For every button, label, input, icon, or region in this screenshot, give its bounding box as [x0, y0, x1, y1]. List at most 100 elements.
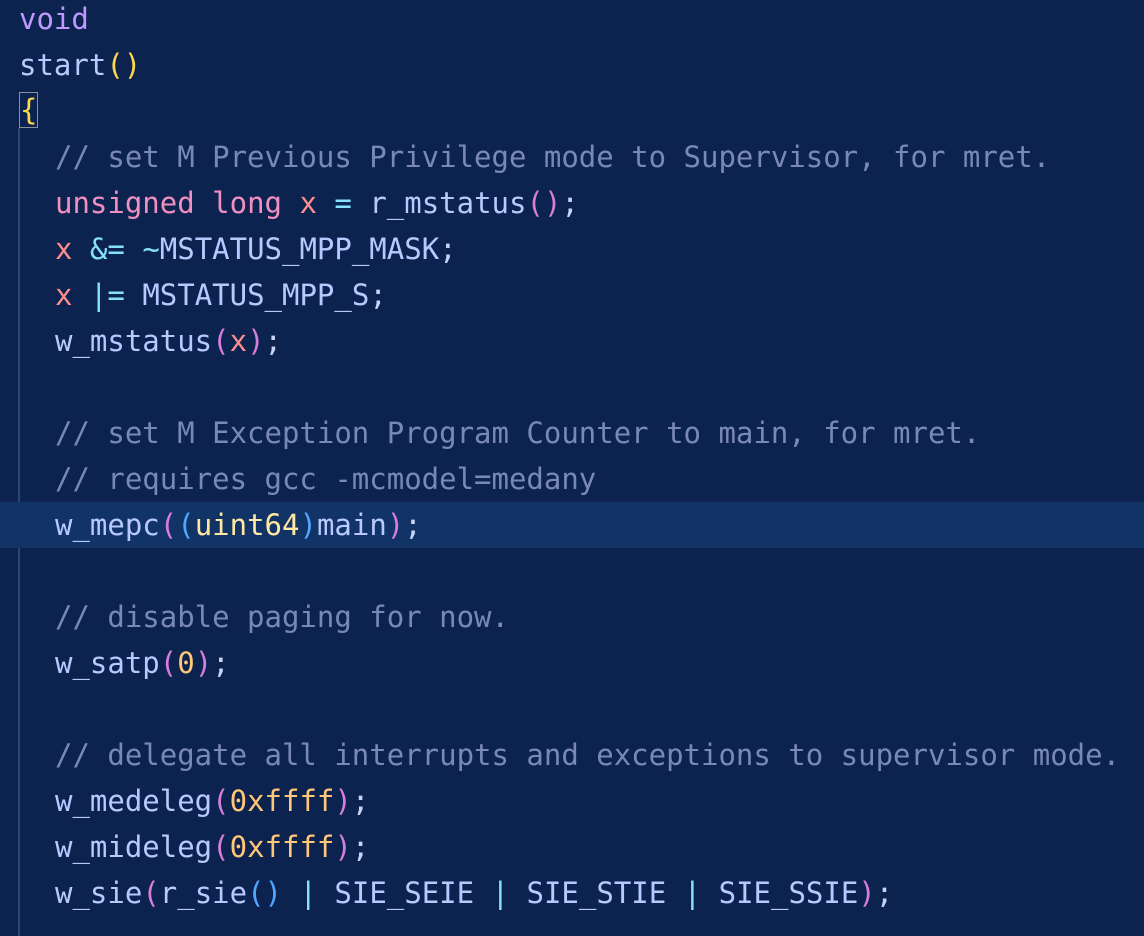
code-token: ~	[142, 232, 160, 266]
code-line[interactable]: w_sie(r_sie() | SIE_SEIE | SIE_STIE | SI…	[0, 870, 1144, 916]
code-line[interactable]	[0, 548, 1144, 594]
code-token: SIE_STIE	[526, 876, 667, 910]
code-token: ;	[369, 278, 387, 312]
code-token: SIE_SEIE	[334, 876, 475, 910]
code-line-text: w_satp(0);	[55, 640, 230, 686]
code-line[interactable]	[0, 364, 1144, 410]
code-token: ()	[526, 186, 562, 220]
code-token: ;	[875, 876, 894, 910]
code-line-text: // delegate all interrupts and exception…	[55, 732, 1120, 778]
code-token: )	[247, 324, 265, 358]
code-token: )	[386, 508, 405, 542]
code-token: w_mstatus	[55, 324, 213, 358]
code-token: 0xffff	[229, 830, 335, 864]
code-token: MSTATUS_MPP_MASK	[159, 232, 440, 266]
code-line-text: w_sie(r_sie() | SIE_SEIE | SIE_STIE | SI…	[55, 870, 893, 916]
code-line[interactable]: x &= ~MSTATUS_MPP_MASK;	[0, 226, 1144, 272]
code-line[interactable]: // requires gcc -mcmodel=medany	[0, 456, 1144, 502]
code-line[interactable]: unsigned long x = r_mstatus();	[0, 180, 1144, 226]
code-token: (	[212, 324, 230, 358]
code-token: &=	[89, 232, 125, 266]
code-token: (	[159, 646, 178, 680]
code-token: (	[159, 508, 178, 542]
code-token: =	[334, 186, 352, 220]
code-line[interactable]: w_mideleg(0xffff);	[0, 824, 1144, 870]
code-token: |	[683, 876, 702, 910]
code-line[interactable]: w_mstatus(x);	[0, 318, 1144, 364]
code-token: main	[316, 508, 387, 542]
code-token: w_mideleg	[55, 830, 213, 864]
code-token: x	[299, 186, 317, 220]
code-token: 0xffff	[229, 784, 335, 818]
code-token: // disable paging for now.	[55, 600, 509, 634]
code-token: start	[19, 48, 107, 82]
code-token: ()	[106, 48, 142, 82]
code-token: w_medeleg	[55, 784, 213, 818]
code-line[interactable]: x |= MSTATUS_MPP_S;	[0, 272, 1144, 318]
code-line[interactable]: w_satp(0);	[0, 640, 1144, 686]
code-line[interactable]: {	[0, 88, 1144, 134]
code-token: r_mstatus	[369, 186, 527, 220]
code-token: (	[142, 876, 160, 910]
code-token: x	[55, 232, 73, 266]
code-token: w_sie	[55, 876, 143, 910]
code-token: (	[212, 784, 230, 818]
code-token: )	[334, 830, 352, 864]
code-line-text: w_mstatus(x);	[55, 318, 282, 364]
code-token: ;	[351, 830, 370, 864]
code-editor[interactable]: void start(){// set M Previous Privilege …	[0, 0, 1144, 936]
code-line-text: // set M Exception Program Counter to ma…	[55, 410, 980, 456]
code-token: // set M Previous Privilege mode to Supe…	[55, 140, 1051, 174]
code-line-text: void	[19, 0, 89, 42]
code-token: SIE_SSIE	[718, 876, 859, 910]
code-line[interactable]	[0, 686, 1144, 732]
code-token: ;	[561, 186, 579, 220]
code-token: void	[19, 2, 89, 36]
current-code-line[interactable]: w_mepc((uint64)main);	[0, 502, 1144, 548]
code-line-text: x &= ~MSTATUS_MPP_MASK;	[55, 226, 457, 272]
code-token: w_mepc	[55, 508, 160, 542]
code-line-text: // requires gcc -mcmodel=medany	[55, 456, 596, 502]
code-token: )	[194, 646, 213, 680]
code-token: ;	[351, 784, 370, 818]
code-line[interactable]: // delegate all interrupts and exception…	[0, 732, 1144, 778]
code-line[interactable]: start()	[0, 42, 1144, 88]
code-line[interactable]: // disable paging for now.	[0, 594, 1144, 640]
code-token: long	[212, 186, 282, 220]
code-token: ;	[439, 232, 457, 266]
code-token: // delegate all interrupts and exception…	[55, 738, 1121, 772]
code-line[interactable]: // set M Previous Privilege mode to Supe…	[0, 134, 1144, 180]
code-token: )	[858, 876, 876, 910]
code-token: ;	[404, 508, 422, 542]
code-line-text: unsigned long x = r_mstatus();	[55, 180, 579, 226]
code-token: ()	[247, 876, 283, 910]
code-token: MSTATUS_MPP_S	[142, 278, 370, 312]
code-line-text: w_medeleg(0xffff);	[55, 778, 369, 824]
matching-bracket: {	[19, 92, 39, 128]
code-token: ;	[212, 646, 230, 680]
code-token: |	[491, 876, 510, 910]
code-line-text: start()	[19, 42, 141, 88]
code-line-text: w_mideleg(0xffff);	[55, 824, 369, 870]
code-line[interactable]: void	[0, 0, 1144, 42]
code-token: )	[334, 784, 352, 818]
code-line-text: // disable paging for now.	[55, 594, 509, 640]
code-token: )	[299, 508, 317, 542]
code-line-text: w_mepc((uint64)main);	[55, 502, 422, 548]
code-line-text: x |= MSTATUS_MPP_S;	[55, 272, 387, 318]
code-line[interactable]: // set M Exception Program Counter to ma…	[0, 410, 1144, 456]
code-token: ;	[264, 324, 283, 358]
code-token: // set M Exception Program Counter to ma…	[55, 416, 981, 450]
code-token: |	[299, 876, 317, 910]
code-token: (	[212, 830, 230, 864]
code-line[interactable]: w_medeleg(0xffff);	[0, 778, 1144, 824]
